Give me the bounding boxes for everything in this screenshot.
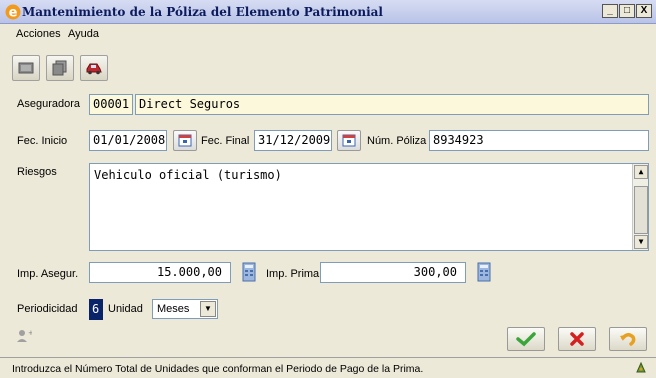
fec-inicio-calendar-button[interactable] xyxy=(173,130,197,151)
riesgos-scrollbar[interactable]: ▲ ▼ xyxy=(632,164,648,250)
imp-asegur-field[interactable]: 15.000,00 xyxy=(89,262,231,283)
periodicidad-field[interactable]: 6 xyxy=(89,299,103,320)
car-icon xyxy=(86,63,102,75)
menu-acciones[interactable]: Acciones xyxy=(16,28,61,40)
document-icon xyxy=(18,62,34,74)
imp-asegur-label: Imp. Asegur. xyxy=(17,268,79,280)
status-text: Introduzca el Número Total de Unidades q… xyxy=(12,363,424,375)
copy-icon xyxy=(52,60,67,76)
calculator-icon xyxy=(477,262,491,282)
unidad-label: Unidad xyxy=(108,303,143,315)
status-indicator-icon xyxy=(636,361,646,373)
imp-prima-calculator-button[interactable] xyxy=(473,261,495,283)
menu-ayuda[interactable]: Ayuda xyxy=(68,28,99,40)
status-bar: Introduzca el Número Total de Unidades q… xyxy=(0,357,656,378)
chevron-down-icon[interactable]: ▼ xyxy=(200,301,216,317)
user-add-icon[interactable]: + xyxy=(16,328,32,344)
maximize-button[interactable]: □ xyxy=(619,4,635,18)
aseguradora-label: Aseguradora xyxy=(17,98,80,110)
accept-button[interactable] xyxy=(507,327,545,351)
imp-prima-field[interactable]: 300,00 xyxy=(320,262,466,283)
aseguradora-code-field[interactable]: 00001 xyxy=(89,94,133,115)
minimize-button[interactable]: _ xyxy=(602,4,618,18)
fec-final-calendar-button[interactable] xyxy=(337,130,361,151)
fec-final-field[interactable]: 31/12/2009 xyxy=(254,130,332,151)
scroll-down-arrow-icon[interactable]: ▼ xyxy=(634,235,648,249)
fec-inicio-label: Fec. Inicio xyxy=(17,135,68,147)
checkmark-icon xyxy=(516,332,536,347)
svg-text:+: + xyxy=(28,329,32,337)
close-button[interactable]: X xyxy=(636,4,652,18)
fec-inicio-field[interactable]: 01/01/2008 xyxy=(89,130,167,151)
menu-bar: Acciones Ayuda xyxy=(0,24,656,44)
aseguradora-name-field[interactable]: Direct Seguros xyxy=(135,94,649,115)
app-logo-icon: e xyxy=(5,4,21,21)
calculator-icon xyxy=(242,262,256,282)
unidad-selected-value: Meses xyxy=(157,303,190,315)
title-bar: e Mantenimiento de la Póliza del Element… xyxy=(0,0,656,24)
undo-icon xyxy=(620,333,636,346)
riesgos-textarea[interactable]: Vehiculo oficial (turismo) ▲ ▼ xyxy=(89,163,649,251)
window-title: Mantenimiento de la Póliza del Elemento … xyxy=(22,5,383,19)
undo-button[interactable] xyxy=(609,327,647,351)
calendar-icon xyxy=(342,134,356,147)
window-controls: _ □ X xyxy=(602,4,652,18)
imp-asegur-calculator-button[interactable] xyxy=(238,261,260,283)
num-poliza-label: Núm. Póliza xyxy=(367,135,427,147)
toolbar-button-1[interactable] xyxy=(12,55,40,81)
cancel-button[interactable] xyxy=(558,327,596,351)
scroll-up-arrow-icon[interactable]: ▲ xyxy=(634,165,648,179)
riesgos-text: Vehiculo oficial (turismo) xyxy=(94,168,282,182)
periodicidad-label: Periodicidad xyxy=(17,303,78,315)
toolbar-button-2[interactable] xyxy=(46,55,74,81)
unidad-select[interactable]: Meses ▼ xyxy=(152,299,218,319)
calendar-icon xyxy=(178,134,192,147)
svg-text:e: e xyxy=(9,6,18,21)
riesgos-label: Riesgos xyxy=(17,166,57,178)
fec-final-label: Fec. Final xyxy=(201,135,250,147)
toolbar xyxy=(12,55,108,81)
imp-prima-label: Imp. Prima xyxy=(266,268,320,280)
toolbar-button-3[interactable] xyxy=(80,55,108,81)
scroll-thumb[interactable] xyxy=(634,186,648,234)
num-poliza-field[interactable]: 8934923 xyxy=(429,130,649,151)
close-x-icon xyxy=(570,332,584,346)
